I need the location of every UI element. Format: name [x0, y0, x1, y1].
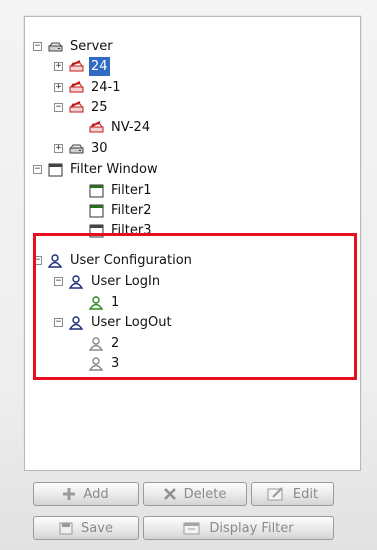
display-filter-button-label: Display Filter: [209, 520, 294, 536]
tree-label: 1: [111, 295, 120, 310]
user-offline-icon: [88, 356, 105, 371]
delete-icon: [163, 488, 176, 500]
tree-label: User Configuration: [70, 253, 192, 268]
user-login-icon: [68, 274, 85, 289]
expand-icon[interactable]: +: [54, 62, 63, 71]
tree-node-filter-window[interactable]: − Filter Window: [33, 160, 160, 179]
save-icon: [59, 522, 73, 535]
tree-label: User LogOut: [91, 315, 172, 330]
tree-label: User LogIn: [91, 274, 161, 289]
delete-button-label: Delete: [183, 486, 227, 502]
tree-node-device-25[interactable]: − 25: [54, 98, 110, 117]
tree-node-user-configuration[interactable]: − User Configuration: [33, 251, 194, 270]
collapse-icon[interactable]: −: [33, 42, 42, 51]
tree-node-user-login[interactable]: − User LogIn: [54, 272, 162, 291]
tree-node-user-2[interactable]: 2: [88, 334, 121, 353]
server-icon: [68, 142, 85, 156]
tree-node-user-3[interactable]: 3: [88, 354, 121, 373]
tree-label: NV-24: [111, 120, 151, 135]
tree-label: 24-1: [91, 80, 121, 95]
edit-button-label: Edit: [292, 486, 319, 502]
server-icon: [47, 40, 64, 54]
tree-panel[interactable]: − Server + 24 + 24-1 − 25 NV-24 + 30 − F…: [24, 16, 361, 471]
device-icon: [68, 80, 85, 95]
tree-label: Filter Window: [70, 162, 158, 177]
device-icon: [88, 120, 105, 135]
window-icon: [47, 163, 64, 177]
tree-node-server[interactable]: − Server: [33, 37, 115, 56]
tree-node-user-logout[interactable]: − User LogOut: [54, 313, 174, 332]
tree-node-device-24[interactable]: + 24: [54, 57, 110, 76]
expand-icon[interactable]: +: [54, 83, 63, 92]
edit-button[interactable]: Edit: [251, 482, 334, 506]
device-icon: [68, 59, 85, 74]
collapse-icon[interactable]: −: [54, 318, 63, 327]
tree-label: Filter1: [111, 183, 152, 198]
save-button-label: Save: [81, 520, 113, 536]
users-icon: [47, 253, 64, 268]
device-icon: [68, 100, 85, 115]
tree-label: 24: [89, 57, 110, 76]
add-button-label: Add: [83, 486, 109, 502]
tree-label: Server: [70, 39, 113, 54]
add-button[interactable]: Add: [33, 482, 139, 506]
save-button[interactable]: Save: [33, 516, 139, 540]
tree-node-filter1[interactable]: Filter1: [88, 181, 153, 200]
display-filter-icon: [183, 522, 201, 535]
filter-icon: [88, 184, 105, 198]
tree-label: 2: [111, 336, 120, 351]
tree-node-device-30[interactable]: + 30: [54, 139, 110, 158]
tree-label: 3: [111, 356, 120, 371]
delete-button[interactable]: Delete: [143, 482, 247, 506]
display-filter-button[interactable]: Display Filter: [143, 516, 334, 540]
edit-icon: [267, 487, 285, 501]
tree-node-filter3[interactable]: Filter3: [88, 221, 153, 240]
tree-label: Filter2: [111, 203, 152, 218]
user-logout-icon: [68, 315, 85, 330]
user-offline-icon: [88, 336, 105, 351]
tree-node-filter2[interactable]: Filter2: [88, 201, 153, 220]
tree-node-device-nv-24[interactable]: NV-24: [88, 118, 152, 137]
collapse-icon[interactable]: −: [54, 103, 63, 112]
expand-icon[interactable]: +: [54, 144, 63, 153]
user-online-icon: [88, 295, 105, 310]
collapse-icon[interactable]: −: [54, 277, 63, 286]
tree-label: Filter3: [111, 223, 152, 238]
filter-icon: [88, 204, 105, 218]
tree-node-user-1[interactable]: 1: [88, 293, 121, 312]
plus-icon: [63, 488, 76, 500]
tree-label: 25: [91, 100, 108, 115]
filter-icon: [88, 224, 105, 238]
tree-label: 30: [91, 141, 108, 156]
collapse-icon[interactable]: −: [33, 165, 42, 174]
collapse-icon[interactable]: −: [33, 256, 42, 265]
tree-node-device-24-1[interactable]: + 24-1: [54, 78, 123, 97]
